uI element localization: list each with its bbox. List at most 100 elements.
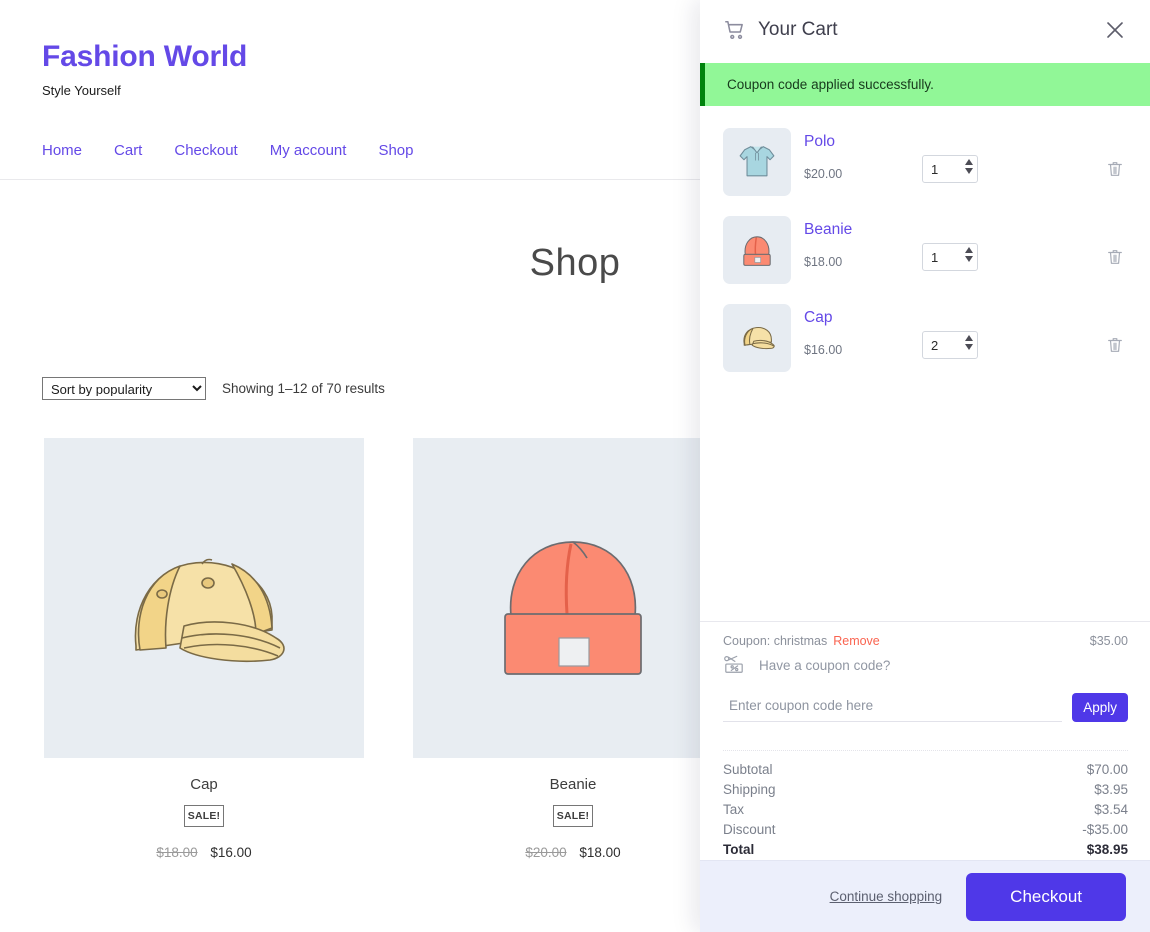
quantity-increment-icon[interactable]: [965, 159, 973, 165]
quantity-stepper[interactable]: 1: [922, 155, 978, 183]
coupon-section: Coupon: christmas Remove $35.00 Have a c…: [700, 621, 1150, 722]
nav-item-shop[interactable]: Shop: [378, 142, 413, 159]
cap-illustration: [134, 558, 285, 663]
checkout-button[interactable]: Checkout: [966, 872, 1126, 921]
price-sale: $18.00: [579, 845, 621, 860]
item-price: $16.00: [804, 343, 843, 358]
cart-title: Your Cart: [758, 19, 838, 40]
product-name: Cap: [190, 776, 218, 793]
nav-item-cart[interactable]: Cart: [114, 142, 142, 159]
cart-footer: Continue shopping Checkout: [700, 860, 1150, 932]
price-row: $20.00 $18.00: [413, 845, 733, 860]
sort-select[interactable]: Sort by popularity Sort by average ratin…: [42, 377, 206, 400]
polo-shirt-illustration: [739, 146, 775, 177]
item-thumbnail-beanie[interactable]: [723, 216, 791, 284]
item-qty-wrap: 2: [922, 304, 1100, 359]
item-thumbnail-cap[interactable]: [723, 304, 791, 372]
item-thumbnail-polo[interactable]: [723, 128, 791, 196]
cart-header: Your Cart: [700, 0, 1150, 60]
apply-coupon-button[interactable]: Apply: [1072, 693, 1128, 722]
total-row-shipping: Shipping $3.95: [723, 780, 1128, 800]
item-qty-wrap: 1: [922, 216, 1100, 271]
total-row-subtotal: Subtotal $70.00: [723, 760, 1128, 780]
shopping-cart-icon: [724, 19, 746, 41]
total-label: Shipping: [723, 782, 776, 797]
total-value: $3.54: [1094, 802, 1128, 817]
price-sale: $16.00: [210, 845, 252, 860]
item-info: Polo $20.00: [804, 128, 922, 181]
total-label: Total: [723, 842, 755, 857]
applied-coupon-row: Coupon: christmas Remove $35.00: [723, 634, 1128, 648]
continue-shopping-link[interactable]: Continue shopping: [830, 889, 943, 904]
product-image-cap[interactable]: [44, 438, 364, 758]
sale-badge: SALE!: [184, 805, 224, 827]
trash-icon[interactable]: [1106, 336, 1128, 358]
quantity-decrement-icon[interactable]: [965, 168, 973, 174]
product-image-beanie[interactable]: [413, 438, 733, 758]
item-name-link[interactable]: Cap: [804, 309, 922, 326]
quantity-stepper[interactable]: 1: [922, 243, 978, 271]
quantity-increment-icon[interactable]: [965, 335, 973, 341]
applied-coupon-label: Coupon: christmas: [723, 634, 828, 648]
item-info: Beanie $18.00: [804, 216, 922, 269]
total-label: Subtotal: [723, 762, 773, 777]
item-price: $20.00: [804, 167, 843, 182]
item-name-link[interactable]: Polo: [804, 133, 922, 150]
quantity-increment-icon[interactable]: [965, 247, 973, 253]
price-row: $18.00 $16.00: [44, 845, 364, 860]
product-card[interactable]: Cap SALE! $18.00 $16.00: [44, 438, 364, 860]
cart-item-row: Cap $16.00 2: [700, 296, 1150, 384]
item-price: $18.00: [804, 255, 843, 270]
coupon-input[interactable]: [723, 692, 1063, 722]
total-value: $70.00: [1086, 762, 1128, 777]
beanie-illustration: [504, 541, 642, 675]
applied-coupon-amount: $35.00: [1089, 634, 1128, 648]
coupon-form: Apply: [723, 692, 1128, 722]
nav-item-home[interactable]: Home: [42, 142, 82, 159]
product-card[interactable]: Beanie SALE! $20.00 $18.00: [413, 438, 733, 860]
quantity-decrement-icon[interactable]: [965, 256, 973, 262]
total-value: $3.95: [1094, 782, 1128, 797]
product-name: Beanie: [549, 776, 597, 793]
price-original: $18.00: [156, 845, 198, 860]
quantity-spinner[interactable]: [965, 159, 973, 174]
totals-divider: [723, 750, 1128, 751]
quantity-value[interactable]: 1: [923, 250, 938, 265]
nav-item-checkout[interactable]: Checkout: [174, 142, 237, 159]
total-row-discount: Discount -$35.00: [723, 820, 1128, 840]
price-original: $20.00: [525, 845, 567, 860]
coupon-scissors-icon: [723, 655, 745, 675]
nav-item-my-account[interactable]: My account: [270, 142, 347, 159]
cart-drawer: Your Cart Coupon code applied successful…: [700, 0, 1150, 932]
cap-illustration: [743, 327, 775, 350]
cart-item-row: Polo $20.00 1: [700, 120, 1150, 208]
coupon-success-alert: Coupon code applied successfully.: [700, 63, 1150, 106]
total-value: $38.95: [1086, 842, 1128, 857]
item-name-link[interactable]: Beanie: [804, 221, 922, 238]
quantity-decrement-icon[interactable]: [965, 344, 973, 350]
trash-icon[interactable]: [1106, 248, 1128, 270]
total-label: Tax: [723, 802, 745, 817]
close-icon[interactable]: [1102, 17, 1128, 43]
cart-item-row: Beanie $18.00 1: [700, 208, 1150, 296]
item-qty-wrap: 1: [922, 128, 1100, 183]
total-row-total: Total $38.95: [723, 840, 1128, 860]
quantity-value[interactable]: 1: [923, 162, 938, 177]
item-info: Cap $16.00: [804, 304, 922, 357]
quantity-stepper[interactable]: 2: [922, 331, 978, 359]
total-label: Discount: [723, 822, 776, 837]
total-value: -$35.00: [1082, 822, 1128, 837]
results-count: Showing 1–12 of 70 results: [222, 381, 385, 396]
total-row-tax: Tax $3.54: [723, 800, 1128, 820]
beanie-illustration: [743, 236, 771, 266]
quantity-value[interactable]: 2: [923, 338, 938, 353]
cart-item-list: Polo $20.00 1 Beanie $18.00 1 Cap $16.00…: [700, 106, 1150, 621]
coupon-prompt-text[interactable]: Have a coupon code?: [759, 658, 890, 673]
quantity-spinner[interactable]: [965, 247, 973, 262]
coupon-prompt-row[interactable]: Have a coupon code?: [723, 655, 1128, 675]
trash-icon[interactable]: [1106, 160, 1128, 182]
cart-totals: Subtotal $70.00 Shipping $3.95 Tax $3.54…: [700, 750, 1150, 860]
quantity-spinner[interactable]: [965, 335, 973, 350]
remove-coupon-link[interactable]: Remove: [833, 634, 880, 648]
sale-badge: SALE!: [553, 805, 593, 827]
